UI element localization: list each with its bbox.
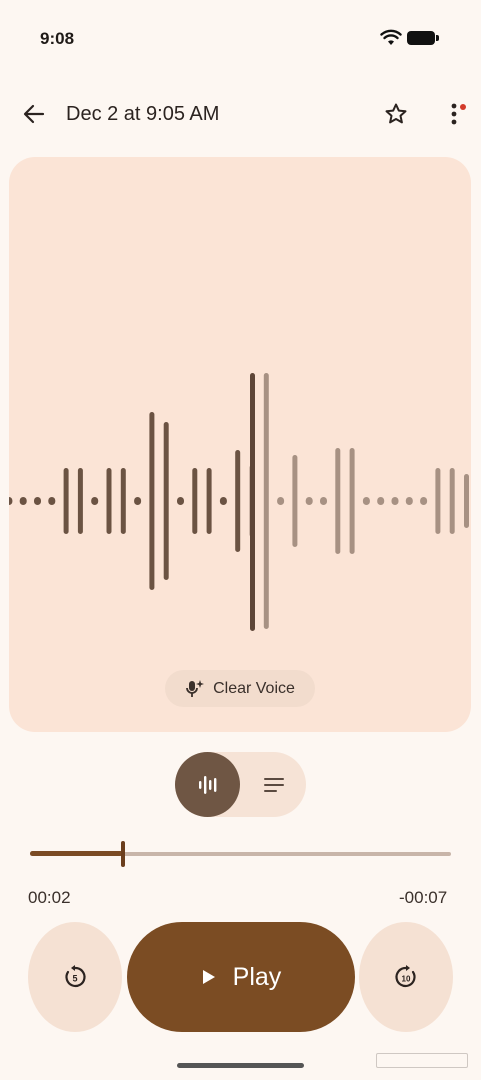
recording-title: Dec 2 at 9:05 AM <box>66 103 220 125</box>
waveform-bar <box>464 474 469 528</box>
seek-slider[interactable] <box>30 840 451 868</box>
waveform-bar <box>405 497 413 505</box>
waveform-bar <box>277 497 285 505</box>
forward-10-icon: 10 <box>395 965 416 988</box>
waveform-bar <box>106 468 112 534</box>
rewind-5-button[interactable]: 5 <box>28 922 122 1032</box>
status-bar: 9:08 <box>0 0 481 76</box>
waveform-bar <box>391 497 399 505</box>
waveform-bar <box>34 497 41 505</box>
waveform-bar <box>19 497 27 505</box>
top-app-bar: Dec 2 at 9:05 AM <box>0 86 481 142</box>
waveform-bar <box>149 412 155 590</box>
notes-icon <box>263 777 284 792</box>
elapsed-time: 00:02 <box>28 888 71 907</box>
waveform-bar <box>449 468 455 534</box>
remaining-time: -00:07 <box>399 888 448 907</box>
waveform-bar <box>63 468 69 534</box>
waveform-bar <box>206 468 212 534</box>
watermark-logo <box>376 1053 468 1068</box>
seek-thumb[interactable] <box>120 841 125 867</box>
favorite-button[interactable] <box>374 92 418 136</box>
waveform-card[interactable]: Clear Voice <box>9 157 471 732</box>
waveform-bar <box>335 448 341 554</box>
waveform-bar <box>362 497 370 505</box>
replay-5-icon: 5 <box>65 965 86 988</box>
waveform-bar <box>9 497 13 505</box>
waveform-bar <box>192 468 198 534</box>
notification-dot <box>460 104 466 110</box>
waveform-bar <box>177 497 184 505</box>
mic-sparkle-icon <box>186 679 205 697</box>
waveform-bar <box>420 497 428 505</box>
waveform-bar <box>219 497 227 505</box>
wifi-icon <box>380 29 402 45</box>
clear-voice-label: Clear Voice <box>213 679 295 697</box>
rewind-seconds: 5 <box>72 974 77 984</box>
transcript-view-button[interactable] <box>241 752 306 817</box>
waveform-bar <box>235 450 241 552</box>
play-label: Play <box>232 962 282 991</box>
battery-tip <box>436 35 439 41</box>
arrow-back-icon <box>23 104 45 124</box>
waveform-bar <box>263 373 269 629</box>
forward-10-button[interactable]: 10 <box>359 922 453 1032</box>
waveform-view-button[interactable] <box>175 752 240 817</box>
gesture-nav-handle[interactable] <box>177 1063 304 1068</box>
waveform-bar <box>292 455 298 547</box>
battery-icon <box>407 31 435 45</box>
view-mode-toggle <box>175 752 306 817</box>
waveform-bar <box>120 468 126 534</box>
seek-progress <box>30 851 123 856</box>
waveform-bar <box>320 497 327 505</box>
status-time: 9:08 <box>40 29 75 48</box>
waveform-bar <box>48 497 56 505</box>
waveform-bar <box>305 497 313 505</box>
clear-voice-button[interactable]: Clear Voice <box>165 670 315 707</box>
waveform-bar <box>77 468 83 534</box>
waveform <box>9 373 469 631</box>
play-icon <box>202 970 215 984</box>
waveform-bar <box>349 448 355 554</box>
playhead-line[interactable] <box>250 373 255 631</box>
play-button[interactable]: Play <box>127 922 355 1032</box>
waveform-bar <box>134 497 142 505</box>
waveform-bar <box>91 497 99 505</box>
waveform-icon <box>198 775 216 794</box>
star-outline-icon <box>385 103 407 124</box>
more-vert-icon <box>451 103 457 125</box>
waveform-bar <box>377 497 385 505</box>
forward-seconds: 10 <box>402 975 411 984</box>
waveform-bar <box>163 422 169 580</box>
more-options-button[interactable] <box>432 92 476 136</box>
waveform-bar <box>435 468 441 534</box>
back-button[interactable] <box>12 92 56 136</box>
